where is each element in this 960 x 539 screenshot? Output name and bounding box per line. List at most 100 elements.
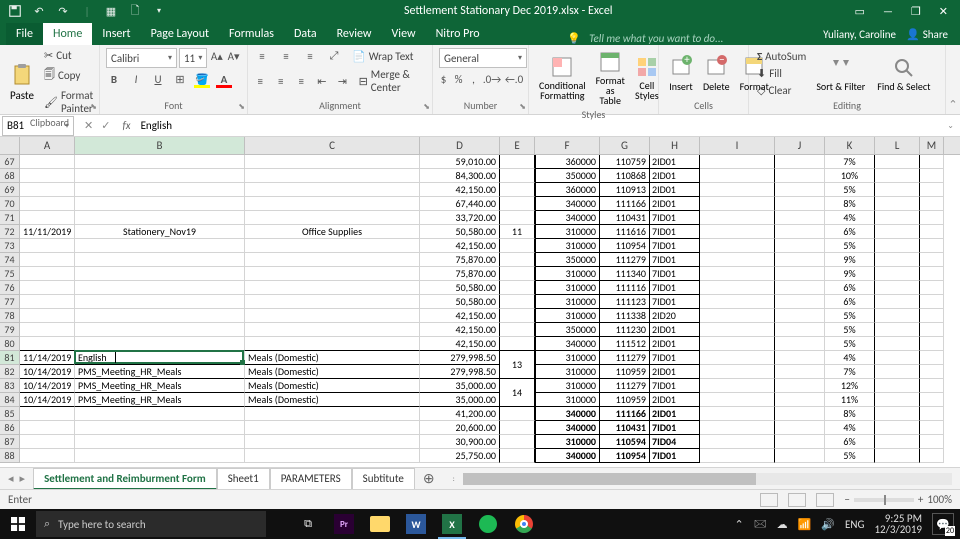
tab-formulas[interactable]: Formulas [219, 23, 284, 45]
fx-icon[interactable]: fx [118, 119, 134, 132]
row-header[interactable]: 88 [0, 449, 20, 463]
delete-cells-button[interactable]: −Delete [699, 52, 734, 95]
cell[interactable] [920, 225, 944, 239]
cell[interactable]: 310000 [535, 393, 600, 407]
cell[interactable]: 111279 [600, 379, 650, 393]
cell[interactable] [875, 211, 920, 225]
cell[interactable] [245, 449, 420, 463]
cell[interactable] [700, 155, 775, 169]
row-header[interactable]: 83 [0, 379, 20, 393]
new-sheet-button[interactable]: ⊕ [415, 470, 443, 487]
cell[interactable]: 2ID01 [650, 407, 700, 421]
cell[interactable] [775, 449, 825, 463]
cell[interactable]: 310000 [535, 295, 600, 309]
cell[interactable] [775, 295, 825, 309]
cell[interactable] [20, 211, 75, 225]
cell[interactable]: 42,150.00 [420, 309, 500, 323]
col-header-E[interactable]: E [500, 137, 535, 154]
cell[interactable]: 4% [825, 421, 875, 435]
cell[interactable] [75, 309, 245, 323]
cell[interactable]: PMS_Meeting_HR_Meals [75, 365, 245, 379]
cell[interactable] [500, 337, 535, 351]
cell[interactable] [245, 211, 420, 225]
cell[interactable] [920, 267, 944, 281]
tab-file[interactable]: File [6, 23, 43, 45]
cell[interactable] [500, 323, 535, 337]
cell[interactable] [875, 421, 920, 435]
cell[interactable]: Office Supplies [245, 225, 420, 239]
cell[interactable] [75, 323, 245, 337]
col-header-C[interactable]: C [245, 137, 420, 154]
col-header-J[interactable]: J [775, 137, 825, 154]
italic-button[interactable]: I [128, 71, 144, 87]
cell[interactable] [20, 337, 75, 351]
cell[interactable]: 111279 [600, 351, 650, 365]
wrap-text-button[interactable]: 📄Wrap Text [350, 49, 415, 64]
cell[interactable] [20, 295, 75, 309]
borders-icon[interactable]: ⊞ [172, 71, 188, 87]
cell[interactable]: 33,720.00 [420, 211, 500, 225]
cell[interactable]: 110959 [600, 393, 650, 407]
cell[interactable] [500, 183, 535, 197]
redo-icon[interactable]: ↷ [56, 4, 70, 18]
cell[interactable] [920, 351, 944, 365]
qat-customize-icon[interactable]: ▾ [152, 4, 166, 18]
cell[interactable]: 7ID01 [650, 211, 700, 225]
tab-insert[interactable]: Insert [92, 23, 140, 45]
cell[interactable] [775, 155, 825, 169]
cell[interactable] [875, 337, 920, 351]
start-button[interactable] [0, 509, 36, 539]
cell[interactable]: 360000 [535, 155, 600, 169]
cell[interactable]: 110868 [600, 169, 650, 183]
cell[interactable] [245, 407, 420, 421]
tab-data[interactable]: Data [284, 23, 327, 45]
cell[interactable]: 350000 [535, 253, 600, 267]
cell[interactable]: 7ID01 [650, 295, 700, 309]
format-table-button[interactable]: Format as Table [592, 48, 629, 108]
cell[interactable] [875, 449, 920, 463]
cell[interactable]: 2ID01 [650, 197, 700, 211]
cell[interactable] [245, 421, 420, 435]
cell[interactable] [245, 435, 420, 449]
share-icon[interactable]: 👤 Share [906, 28, 948, 41]
cell[interactable]: English [75, 351, 245, 365]
row-header[interactable]: 86 [0, 421, 20, 435]
cell[interactable] [245, 295, 420, 309]
close-icon[interactable]: ✕ [939, 5, 948, 18]
cell[interactable]: 279,998.50 [420, 365, 500, 379]
cell[interactable]: 7% [825, 155, 875, 169]
select-all-corner[interactable] [0, 137, 20, 154]
cell[interactable] [875, 309, 920, 323]
clipboard-launcher-icon[interactable]: ⬊ [90, 102, 97, 112]
cell[interactable] [700, 379, 775, 393]
cell[interactable]: 310000 [535, 365, 600, 379]
cell[interactable]: 2ID01 [650, 183, 700, 197]
cell[interactable] [75, 337, 245, 351]
cell[interactable]: 42,150.00 [420, 239, 500, 253]
cell[interactable]: 8% [825, 407, 875, 421]
cell[interactable] [920, 379, 944, 393]
chrome-icon[interactable] [506, 509, 542, 539]
grow-font-icon[interactable]: A▴ [209, 48, 224, 64]
cell[interactable]: 111340 [600, 267, 650, 281]
col-header-B[interactable]: B [75, 137, 245, 154]
cell[interactable] [700, 197, 775, 211]
cell[interactable] [75, 183, 245, 197]
cell[interactable] [245, 253, 420, 267]
cell[interactable] [920, 211, 944, 225]
cell[interactable]: 35,000.00 [420, 379, 500, 393]
cell[interactable] [20, 197, 75, 211]
cell[interactable]: 7ID01 [650, 253, 700, 267]
cell[interactable] [75, 421, 245, 435]
view-pagebreak-icon[interactable] [816, 493, 834, 507]
tray-cloud-icon[interactable]: ☁ [777, 518, 788, 531]
row-header[interactable]: 77 [0, 295, 20, 309]
cell[interactable]: 6% [825, 281, 875, 295]
cell[interactable] [875, 253, 920, 267]
cell[interactable]: 25,750.00 [420, 449, 500, 463]
cell[interactable] [875, 267, 920, 281]
sheet-tab[interactable]: Sheet1 [217, 468, 270, 490]
col-header-F[interactable]: F [535, 137, 600, 154]
sheet-nav-prev-icon[interactable]: ◂ [8, 472, 14, 485]
cell[interactable] [20, 183, 75, 197]
